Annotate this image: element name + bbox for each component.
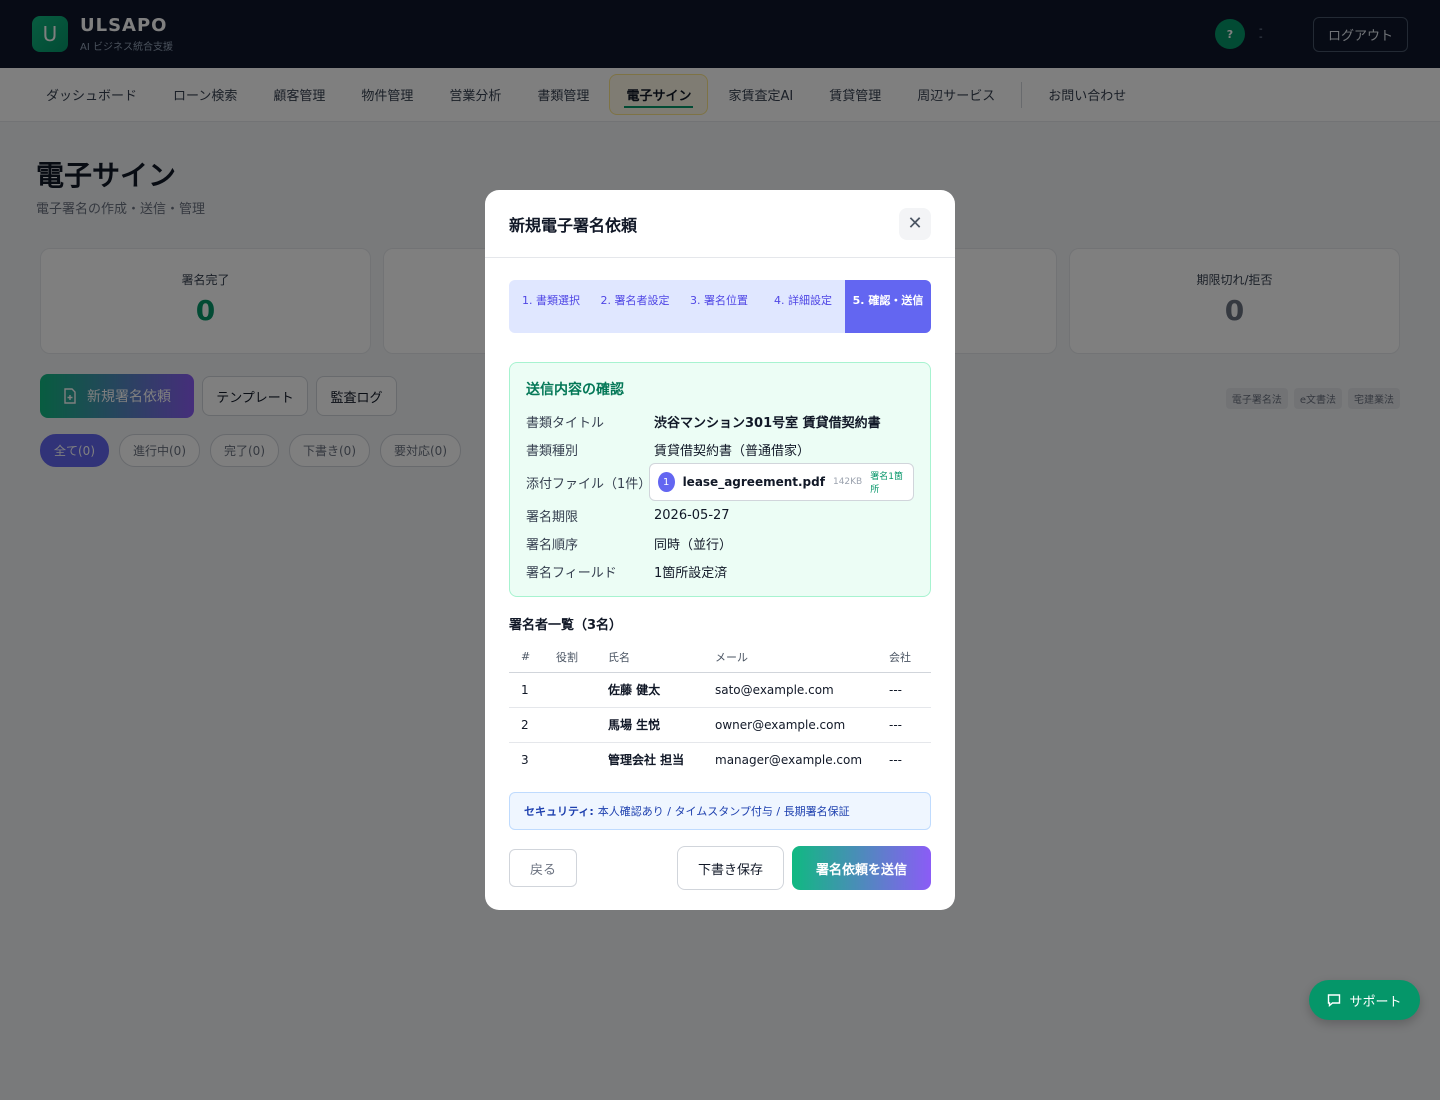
save-draft-button[interactable]: 下書き保存: [677, 846, 784, 890]
signer-number: 2: [509, 707, 544, 743]
signer-number: 1: [509, 672, 544, 708]
order-row: 署名順序 同時（並行）: [526, 529, 914, 557]
file-sign-count: 署名1箇所: [870, 472, 903, 495]
deadline-key: 署名期限: [526, 509, 579, 525]
signer-company: ---: [877, 672, 931, 708]
file-number-badge: 1: [657, 472, 675, 492]
signer-name: 馬場 生悦: [596, 707, 703, 743]
signer-company: ---: [877, 707, 931, 743]
deadline-value: 2026-05-27: [654, 507, 730, 523]
signer-name: 佐藤 健太: [596, 672, 703, 708]
doc-title-row: 書類タイトル 渋谷マンション301号室 賃貸借契約書: [526, 407, 914, 435]
step-4[interactable]: 4. 詳細設定: [761, 280, 845, 333]
attachment-file[interactable]: 1 lease_agreement.pdf 142KB 署名1箇所: [648, 463, 914, 501]
col-name: 氏名: [596, 642, 703, 673]
signer-role: [544, 742, 596, 777]
signer-number: 3: [521, 752, 529, 767]
step-3[interactable]: 3. 署名位置: [677, 280, 761, 333]
col-role: 役割: [544, 642, 596, 673]
back-button[interactable]: 戻る: [509, 849, 577, 887]
signers-table: # 役割 氏名 メール 会社 1 佐藤 健太 sato@example.com …: [509, 642, 931, 777]
step-2[interactable]: 2. 署名者設定: [593, 280, 677, 333]
signer-email: sato@example.com: [703, 672, 877, 708]
attachment-key: 添付ファイル（1件）: [526, 476, 652, 492]
col-number: #: [509, 642, 544, 673]
modal-title: 新規電子署名依頼: [509, 215, 638, 235]
order-value: 同時（並行）: [654, 537, 733, 553]
table-row: 3 管理会社 担当 manager@example.com ---: [509, 742, 931, 777]
doc-type-row: 書類種別 賃貸借契約書（普通借家）: [526, 435, 914, 463]
signer-role: [544, 672, 596, 708]
security-notice: セキュリティ: 本人確認あり / タイムスタンプ付与 / 長期署名保証: [509, 792, 931, 830]
confirm-title: 送信内容の確認: [526, 382, 624, 398]
chat-icon: [1328, 994, 1341, 1007]
new-signature-modal: 新規電子署名依頼 ✕ 1. 書類選択 2. 署名者設定 3. 署名位置 4. 詳…: [485, 190, 955, 910]
signer-company: ---: [889, 752, 902, 767]
order-key: 署名順序: [526, 537, 579, 553]
field-row: 署名フィールド 1箇所設定済: [526, 557, 914, 585]
confirm-summary: 送信内容の確認 書類タイトル 渋谷マンション301号室 賃貸借契約書 書類種別 …: [509, 362, 931, 597]
col-email: メール: [703, 642, 877, 673]
file-name: lease_agreement.pdf: [682, 475, 825, 489]
file-size: 142KB: [832, 477, 863, 487]
close-icon[interactable]: ✕: [899, 207, 931, 240]
security-label: セキュリティ:: [524, 805, 594, 818]
attachment-row: 添付ファイル（1件） 1 lease_agreement.pdf 142KB 署…: [526, 463, 914, 501]
doc-type-value: 賃貸借契約書（普通借家）: [654, 443, 811, 459]
step-indicator: 1. 書類選択 2. 署名者設定 3. 署名位置 4. 詳細設定 5. 確認・送…: [509, 280, 931, 333]
security-text: 本人確認あり / タイムスタンプ付与 / 長期署名保証: [597, 805, 850, 818]
step-5[interactable]: 5. 確認・送信: [845, 280, 931, 333]
signer-name: 管理会社 担当: [608, 753, 685, 768]
col-company: 会社: [877, 642, 931, 673]
table-header-row: # 役割 氏名 メール 会社: [509, 642, 931, 673]
step-1[interactable]: 1. 書類選択: [509, 280, 593, 333]
doc-type-key: 書類種別: [526, 443, 579, 459]
support-button[interactable]: サポート: [1309, 980, 1420, 1020]
doc-title-value: 渋谷マンション301号室 賃貸借契約書: [654, 415, 881, 431]
signer-email: manager@example.com: [715, 752, 863, 767]
signer-email: owner@example.com: [703, 707, 877, 743]
table-row: 2 馬場 生悦 owner@example.com ---: [509, 707, 931, 743]
field-value: 1箇所設定済: [654, 565, 728, 581]
send-request-button[interactable]: 署名依頼を送信: [792, 846, 931, 890]
signer-role: [544, 707, 596, 743]
field-key: 署名フィールド: [526, 565, 617, 581]
support-label: サポート: [1349, 994, 1402, 1010]
table-row: 1 佐藤 健太 sato@example.com ---: [509, 672, 931, 708]
deadline-row: 署名期限 2026-05-27: [526, 501, 914, 529]
signers-title: 署名者一覧（3名）: [509, 618, 623, 633]
modal-header: 新規電子署名依頼 ✕: [485, 190, 955, 258]
doc-title-key: 書類タイトル: [526, 415, 605, 431]
